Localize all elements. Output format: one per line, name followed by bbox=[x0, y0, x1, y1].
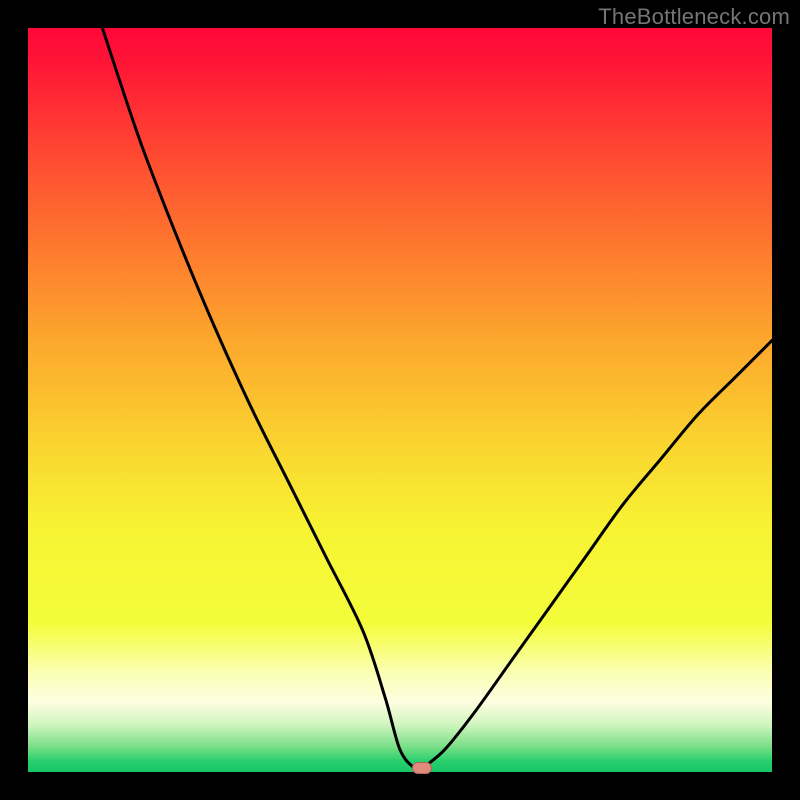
plot-area bbox=[28, 28, 772, 772]
optimal-marker bbox=[412, 762, 432, 774]
plot-svg bbox=[28, 28, 772, 772]
chart-frame: TheBottleneck.com bbox=[0, 0, 800, 800]
watermark-text: TheBottleneck.com bbox=[598, 4, 790, 30]
